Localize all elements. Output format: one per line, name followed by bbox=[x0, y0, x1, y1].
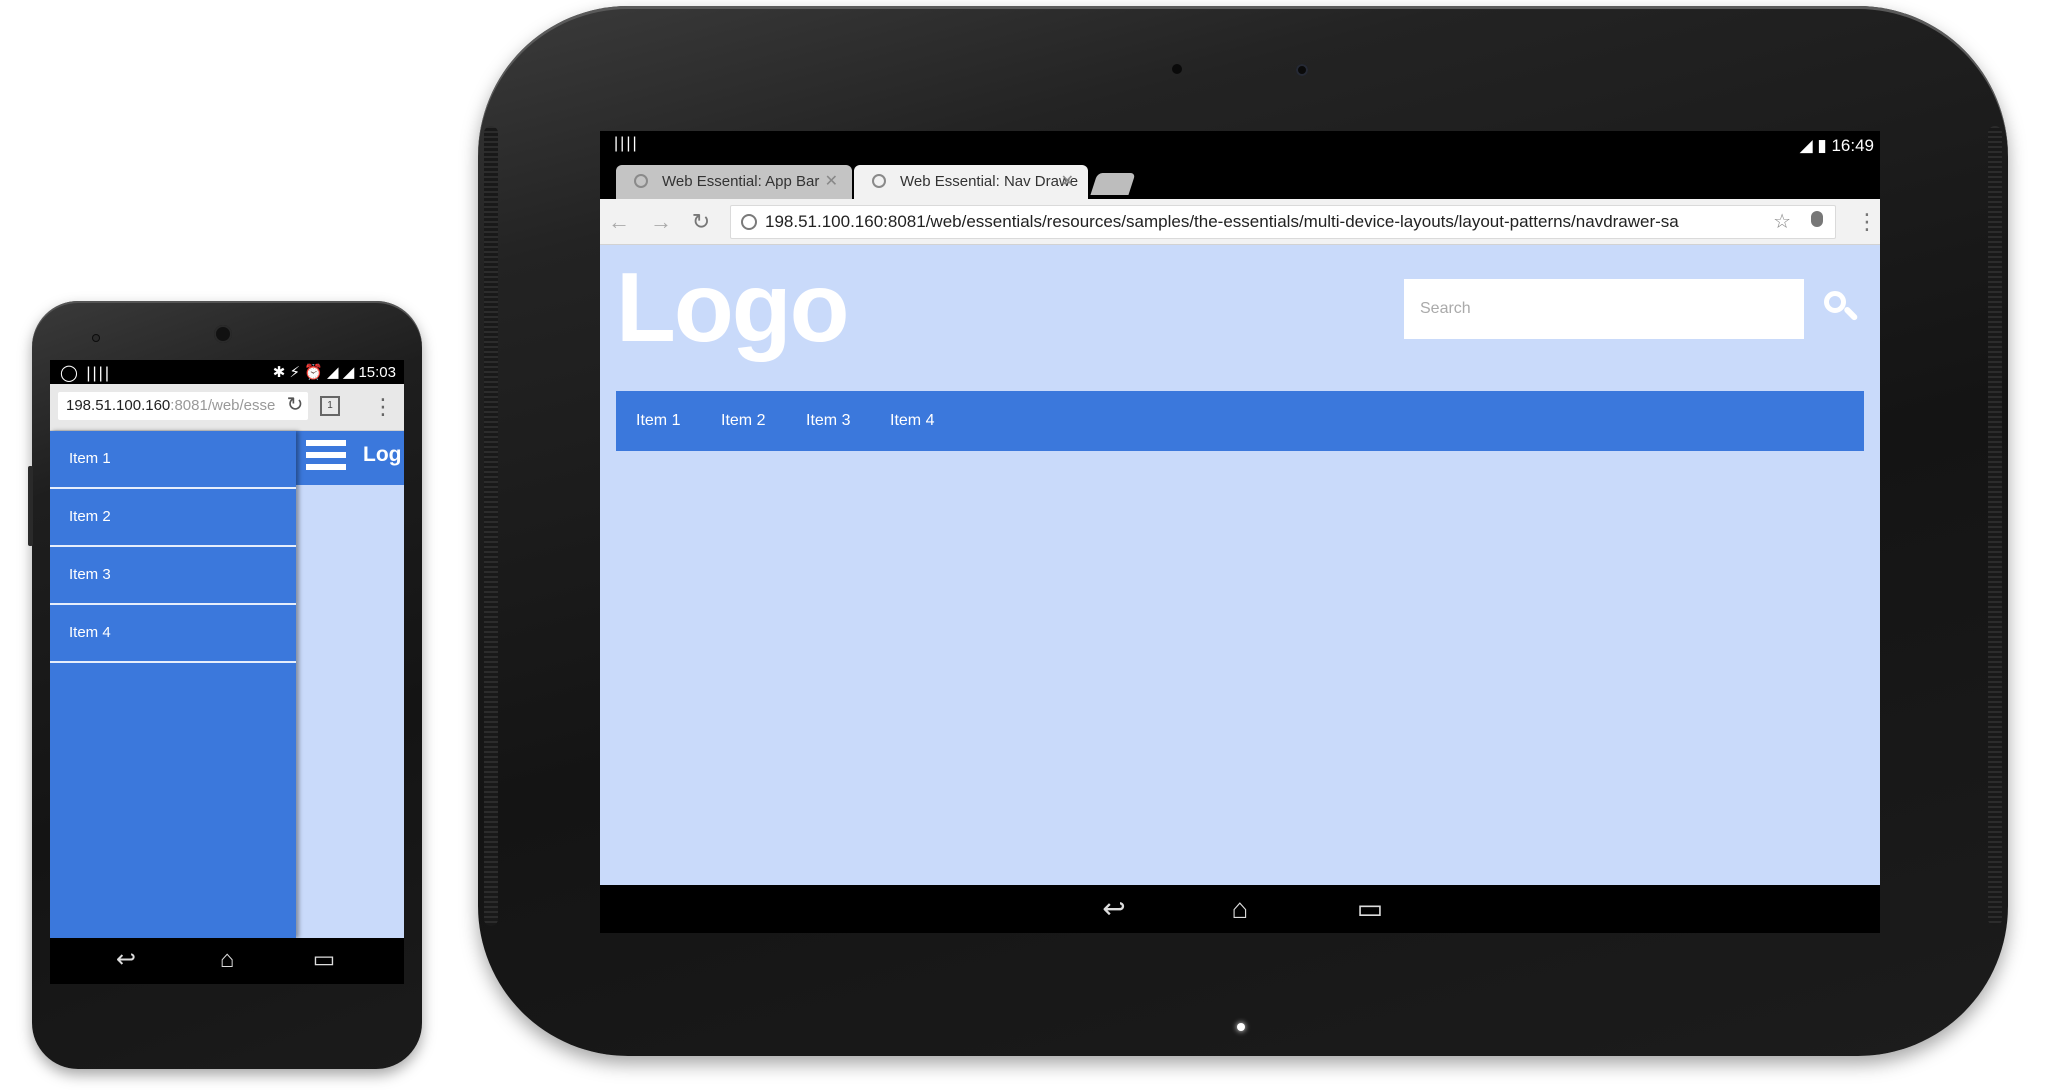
phone-home-icon[interactable]: ⌂ bbox=[209, 946, 245, 974]
tablet-speaker-grill-right bbox=[1988, 126, 2002, 926]
tablet-back-icon[interactable]: ↩ bbox=[1092, 893, 1136, 925]
bookmark-star-icon[interactable]: ☆ bbox=[1773, 206, 1791, 238]
back-arrow-icon[interactable]: ← bbox=[604, 207, 634, 237]
phone-front-camera bbox=[214, 325, 232, 343]
globe-icon bbox=[634, 174, 648, 188]
nav-item-4[interactable]: Item 4 bbox=[890, 391, 934, 451]
search-input[interactable]: Search bbox=[1404, 279, 1804, 339]
phone-url-field[interactable]: 198.51.100.160:8081/web/esse bbox=[58, 392, 308, 420]
phone-reload-icon[interactable]: ↻ bbox=[282, 390, 308, 420]
phone-speaker bbox=[92, 334, 100, 342]
reload-icon[interactable]: ↻ bbox=[686, 207, 716, 237]
phone-side-button bbox=[28, 466, 33, 546]
phone-page: Log Item 1 Item 2 Item 3 Item 4 bbox=[50, 431, 404, 938]
browser-tab-app-bar[interactable]: Web Essential: App Bar ✕ bbox=[616, 165, 852, 199]
top-nav-bar: Item 1 Item 2 Item 3 Item 4 bbox=[616, 391, 1864, 451]
phone-status-icons-left: ◯ |||| bbox=[60, 365, 111, 382]
address-bar[interactable]: 198.51.100.160:8081/web/essentials/resou… bbox=[730, 205, 1836, 239]
nav-item-2[interactable]: Item 2 bbox=[721, 391, 765, 451]
nav-item-1[interactable]: Item 1 bbox=[636, 391, 680, 451]
tablet-status-bar: |||| ◢ ▮ 16:49 bbox=[600, 131, 1880, 161]
tablet-screen: |||| ◢ ▮ 16:49 Web Essential: App Bar ✕ … bbox=[600, 131, 1880, 933]
tablet-sensor bbox=[1172, 64, 1182, 74]
close-tab-icon[interactable]: ✕ bbox=[1061, 165, 1074, 199]
close-tab-icon[interactable]: ✕ bbox=[825, 165, 838, 199]
tablet-home-icon[interactable]: ⌂ bbox=[1218, 893, 1262, 925]
phone-status-icons-right: ✱ ⚡ ⏰ ◢ ◢ 15:03 bbox=[272, 364, 396, 381]
drawer-item-4[interactable]: Item 4 bbox=[50, 605, 296, 663]
drawer-item-2[interactable]: Item 2 bbox=[50, 489, 296, 547]
phone-browser-toolbar: 198.51.100.160:8081/web/esse ↻ 1 ⋮ bbox=[50, 384, 404, 431]
address-bar-url: 198.51.100.160:8081/web/essentials/resou… bbox=[765, 212, 1679, 231]
phone-menu-icon[interactable]: ⋮ bbox=[372, 392, 394, 422]
phone-tab-switcher-icon[interactable]: 1 bbox=[320, 396, 340, 416]
phone-url-host: 198.51.100.160 bbox=[66, 397, 171, 414]
phone-screen: ◯ |||| ✱ ⚡ ⏰ ◢ ◢ 15:03 198.51.100.160:80… bbox=[50, 360, 404, 984]
hamburger-menu-icon[interactable] bbox=[306, 440, 346, 476]
phone-recent-apps-icon[interactable]: ▭ bbox=[306, 946, 342, 974]
tablet-status-icons-left: |||| bbox=[614, 135, 639, 152]
tablet-page: Logo Search Item 1 Item 2 Item 3 Item 4 bbox=[600, 245, 1880, 885]
phone-system-nav-bar: ↩ ⌂ ▭ bbox=[50, 938, 404, 984]
search-icon[interactable] bbox=[1824, 291, 1859, 327]
browser-tab-nav-drawer[interactable]: Web Essential: Nav Drawe ✕ bbox=[854, 165, 1088, 199]
drawer-item-1[interactable]: Item 1 bbox=[50, 431, 296, 489]
phone-device: ◯ |||| ✱ ⚡ ⏰ ◢ ◢ 15:03 198.51.100.160:80… bbox=[28, 301, 422, 1069]
tablet-notification-led bbox=[1237, 1023, 1245, 1031]
tablet-system-nav-bar: ↩ ⌂ ▭ bbox=[600, 885, 1880, 933]
nav-drawer: Item 1 Item 2 Item 3 Item 4 bbox=[50, 431, 296, 938]
tablet-front-camera bbox=[1296, 64, 1308, 76]
tablet-speaker-grill-left bbox=[484, 126, 498, 926]
phone-logo: Log bbox=[363, 443, 402, 466]
tab-title: Web Essential: App Bar bbox=[662, 173, 820, 190]
new-tab-button[interactable] bbox=[1090, 173, 1136, 195]
tablet-recent-apps-icon[interactable]: ▭ bbox=[1348, 893, 1392, 925]
globe-icon bbox=[872, 174, 886, 188]
tab-title: Web Essential: Nav Drawe bbox=[900, 173, 1079, 190]
nav-item-3[interactable]: Item 3 bbox=[806, 391, 850, 451]
phone-status-bar: ◯ |||| ✱ ⚡ ⏰ ◢ ◢ 15:03 bbox=[50, 360, 404, 384]
browser-menu-icon[interactable]: ⋮ bbox=[1856, 207, 1878, 237]
microphone-icon[interactable] bbox=[1811, 211, 1823, 227]
forward-arrow-icon[interactable]: → bbox=[646, 207, 676, 237]
phone-app-bar: Log bbox=[296, 431, 404, 485]
phone-back-icon[interactable]: ↩ bbox=[108, 946, 144, 974]
phone-url-tail: :8081/web/esse bbox=[170, 397, 276, 414]
site-info-globe-icon[interactable] bbox=[741, 214, 757, 230]
tablet-browser-toolbar: ← → ↻ 198.51.100.160:8081/web/essentials… bbox=[600, 199, 1880, 245]
tablet-status-icons-right: ◢ ▮ 16:49 bbox=[1799, 136, 1874, 155]
tablet-tab-strip: Web Essential: App Bar ✕ Web Essential: … bbox=[600, 161, 1880, 199]
drawer-item-3[interactable]: Item 3 bbox=[50, 547, 296, 605]
page-logo: Logo bbox=[616, 252, 849, 362]
